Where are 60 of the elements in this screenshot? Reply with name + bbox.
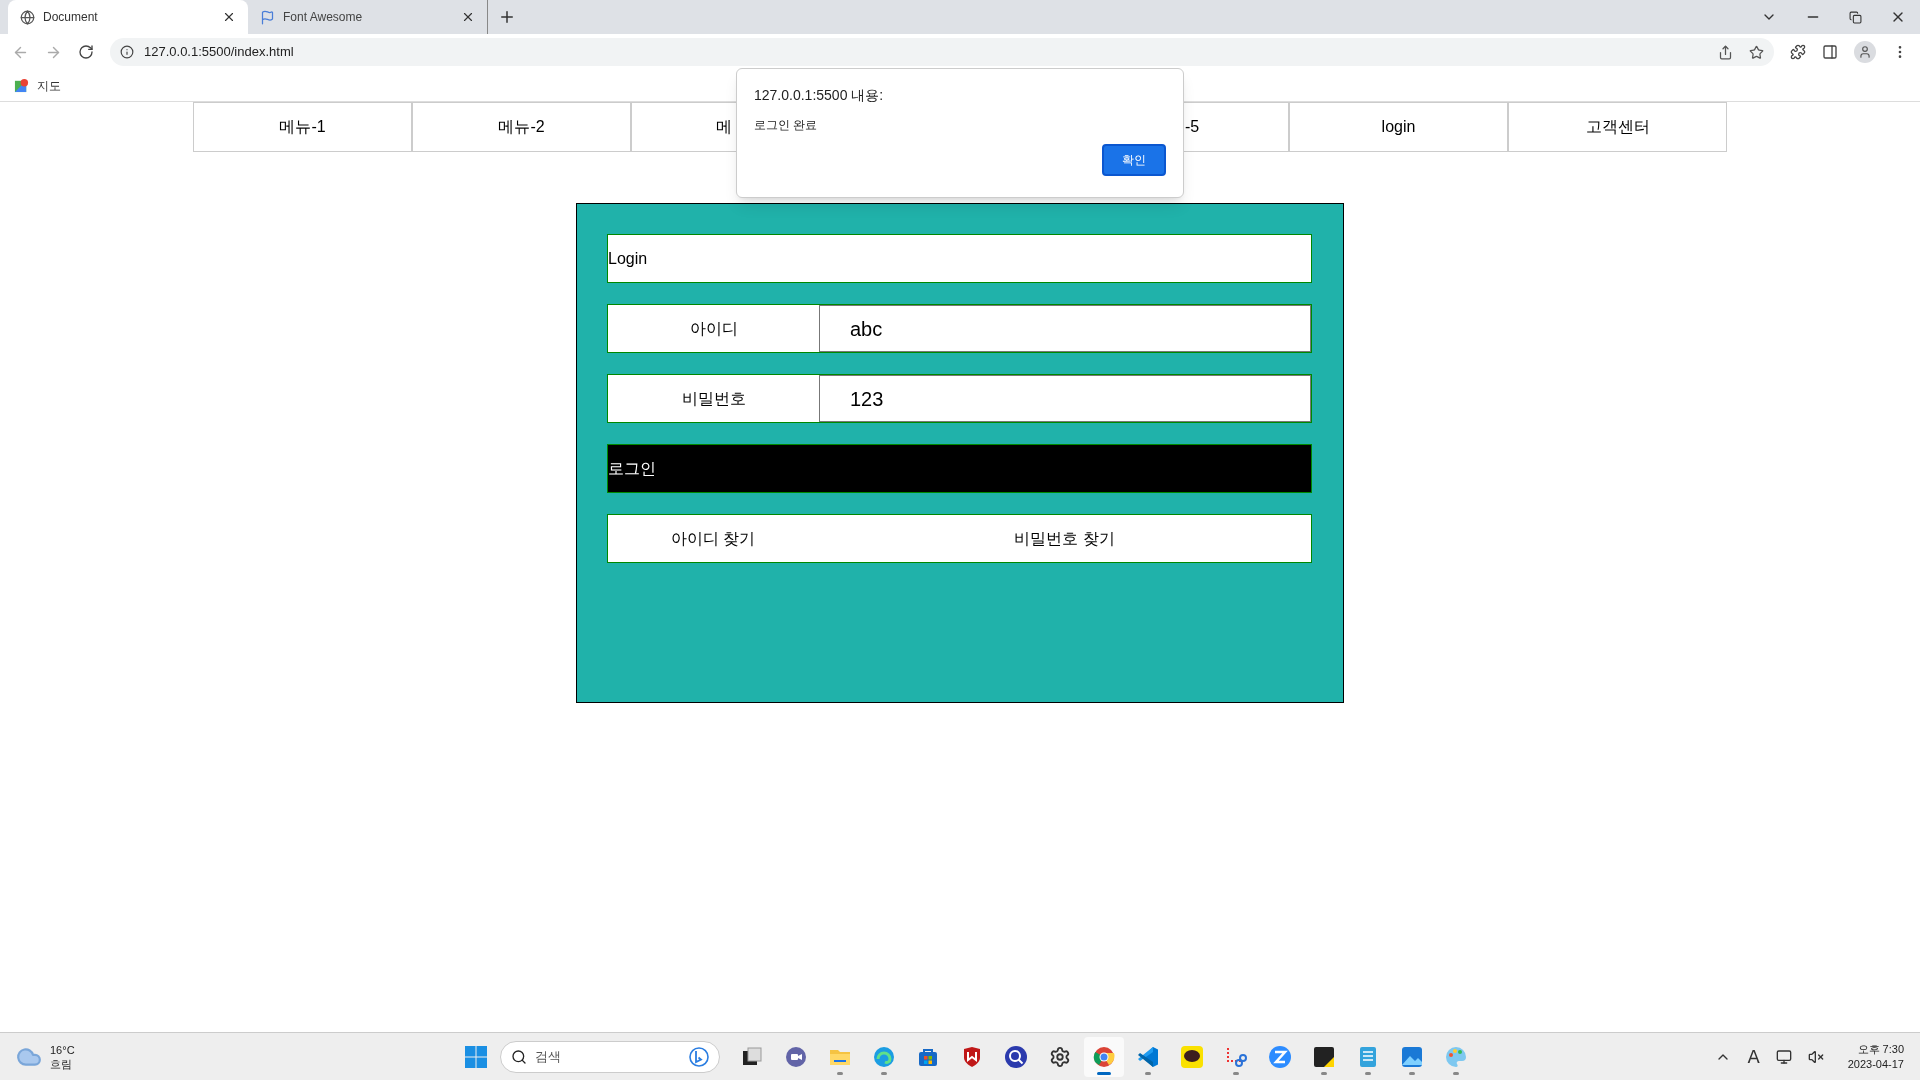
clock-date[interactable]: 2023-04-17 [1847,1056,1904,1072]
reload-icon[interactable] [78,44,94,60]
paint-palette-icon[interactable] [1444,1045,1468,1069]
search-placeholder: 검색 [535,1047,562,1066]
confirm-button[interactable]: 확인 [1102,144,1166,176]
find-link[interactable]: 비밀번호 찾기 [818,526,1311,551]
chrome-browser-icon[interactable] [1092,1045,1116,1069]
address-bar[interactable]: 127.0.0.1:5500/index.html [110,38,1774,66]
alert-message: 로그인 완료 [754,117,819,134]
restore-icon[interactable] [1849,10,1862,24]
browser-tab[interactable]: Font Awesome [248,0,488,34]
menu-item[interactable]: 메뉴-1 [193,102,412,152]
monitor-icon[interactable] [1775,1048,1792,1065]
tab-title: Font Awesome [283,9,364,26]
video-chat-icon[interactable] [784,1045,808,1069]
settings-icon[interactable] [1049,1046,1071,1068]
profile-avatar[interactable] [1854,41,1876,63]
magnifier-app-icon[interactable] [1004,1045,1028,1069]
url-text: 127.0.0.1:5500/index.html [144,43,295,62]
search-icon [511,1048,527,1065]
login-button[interactable]: 로그인 [607,444,1312,493]
weather-temperature: 16°C [50,1042,75,1057]
scissors-crop-icon[interactable] [1224,1045,1248,1069]
close-icon[interactable] [461,10,475,24]
menu-item[interactable]: 메뉴-2 [412,102,631,152]
flag-icon [260,9,275,25]
edge-browser-icon[interactable] [872,1045,896,1069]
b-logo-icon[interactable] [689,1046,709,1067]
input-mode-indicator[interactable]: A [1747,1043,1760,1070]
windows-start-icon[interactable] [464,1044,488,1069]
muted-speaker-icon[interactable] [1807,1048,1824,1065]
bookmark-link[interactable]: 지도 [37,76,61,95]
browser-tab[interactable]: Document [8,0,248,34]
menu-item[interactable]: login [1289,102,1508,152]
share-icon[interactable] [1718,44,1733,60]
info-icon[interactable] [120,45,134,59]
close-icon[interactable] [222,10,236,24]
taskbar-search-field[interactable]: 검색 [500,1040,720,1073]
menu-item[interactable]: 고객센터 [1508,102,1727,152]
alert-title: 127.0.0.1:5500 내용: [754,86,885,105]
login-title: Login [607,234,1312,283]
sticky-note-icon[interactable] [1312,1045,1336,1069]
photo-app-icon[interactable] [1400,1045,1424,1069]
tab-title: Document [43,9,99,26]
input-field[interactable]: 123 [819,375,1311,422]
chat-bubble-app-icon[interactable] [1180,1045,1204,1069]
field-label: 아이디 [688,318,739,339]
star-icon[interactable] [1749,44,1764,60]
map-pin-icon [14,78,29,93]
weather-condition: 흐림 [50,1056,73,1071]
globe-icon [20,9,35,25]
clock-time[interactable]: 오후 7:30 [1857,1041,1904,1057]
code-editor-icon[interactable] [1136,1045,1160,1069]
field-label: 비밀번호 [680,388,747,409]
video-call-app-icon[interactable] [1268,1045,1292,1069]
input-field[interactable]: abc [819,305,1311,352]
puzzle-icon[interactable] [1790,44,1806,60]
find-link[interactable]: 아이디 찾기 [608,526,819,551]
side-panel-icon[interactable] [1822,44,1838,60]
new-tab-icon[interactable] [498,8,516,26]
